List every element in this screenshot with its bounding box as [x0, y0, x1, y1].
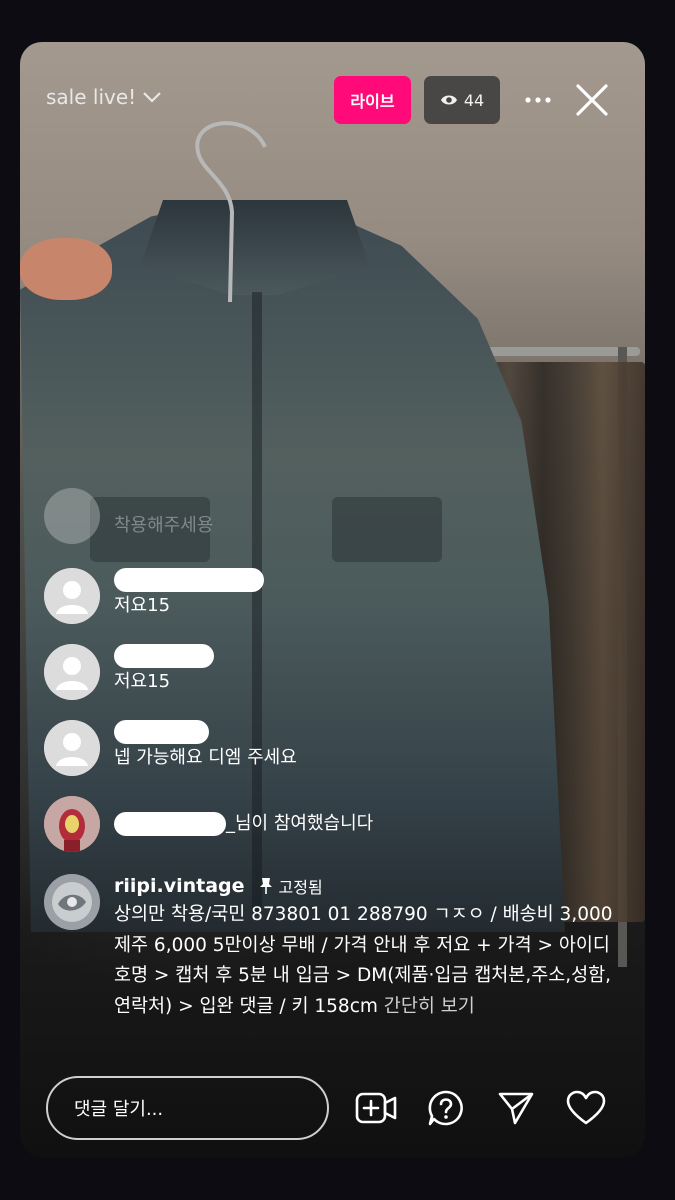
- add-video-guest-icon: [355, 1092, 397, 1124]
- hanger-icon: [195, 121, 267, 302]
- avatar[interactable]: [44, 720, 100, 776]
- pin-icon: [259, 878, 272, 894]
- eye-icon: [440, 95, 457, 105]
- comment-text: 저요15: [114, 671, 171, 692]
- collapse-link[interactable]: 간단히 보기: [384, 996, 475, 1017]
- comment-input[interactable]: 댓글 달기...: [46, 1076, 329, 1140]
- pinned-label-text: 고정됨: [278, 878, 323, 897]
- heart-icon: [566, 1090, 606, 1125]
- pinned-username[interactable]: riipi.vintage: [114, 875, 245, 897]
- live-badge: 라이브: [334, 76, 411, 124]
- join-notice-message: _님이 참여했습니다: [226, 813, 374, 834]
- redacted-username: [114, 720, 209, 744]
- comment-text: 넵 가능해요 디엠 주세요: [114, 747, 297, 768]
- avatar[interactable]: [44, 644, 100, 700]
- like-button[interactable]: [564, 1086, 608, 1130]
- hand: [20, 238, 112, 300]
- default-avatar-icon: [44, 720, 100, 776]
- pinned-text-block: 상의만 착용/국민 873801 01 288790 ㄱㅈㅇ / 배송비 3,0…: [114, 900, 620, 1022]
- comment-username[interactable]: [114, 644, 214, 668]
- redacted-username: [114, 812, 226, 836]
- comment-input-placeholder: 댓글 달기...: [74, 1099, 164, 1120]
- viewer-count: 44: [463, 90, 485, 110]
- comment-item: 저요15: [44, 568, 264, 624]
- join-notice: _님이 참여했습니다: [44, 796, 373, 852]
- avatar[interactable]: [44, 796, 100, 852]
- send-icon: [498, 1092, 534, 1125]
- viewer-count-badge[interactable]: 44: [424, 76, 500, 124]
- pinned-text: 상의만 착용/국민 873801 01 288790 ㄱㅈㅇ / 배송비 3,0…: [114, 904, 613, 1017]
- comment-username[interactable]: [114, 568, 264, 592]
- shop-logo-avatar: [44, 874, 100, 930]
- close-icon[interactable]: [572, 80, 612, 120]
- join-notice-text: _님이 참여했습니다: [114, 810, 373, 838]
- more-options-button[interactable]: [521, 87, 555, 113]
- comment-item: 저요15: [44, 644, 214, 700]
- redacted-username: [114, 568, 264, 592]
- pinned-label: 고정됨: [259, 874, 323, 898]
- comment-item: 착용해주세용: [44, 488, 213, 544]
- share-button[interactable]: [494, 1086, 538, 1130]
- comment-text: 저요15: [114, 595, 171, 616]
- user-photo-avatar: [44, 796, 100, 852]
- jacket-pocket-right: [332, 497, 442, 562]
- avatar: [44, 488, 100, 544]
- question-icon: [428, 1090, 463, 1126]
- live-title: sale live!: [46, 85, 137, 109]
- comment-username[interactable]: [114, 720, 297, 744]
- avatar[interactable]: [44, 568, 100, 624]
- live-title-dropdown[interactable]: sale live!: [46, 85, 162, 109]
- redacted-username: [114, 644, 214, 668]
- add-guest-button[interactable]: [354, 1086, 398, 1130]
- chevron-down-icon: [143, 92, 161, 103]
- comment-text: 착용해주세용: [114, 515, 214, 536]
- default-avatar-icon: [44, 568, 100, 624]
- pinned-comment: riipi.vintage 고정됨 상의만 착용/국민 873801 01 28…: [44, 874, 624, 1022]
- comment-item: 넵 가능해요 디엠 주세요: [44, 720, 297, 776]
- comment-username: [114, 488, 213, 512]
- live-stream-view: sale live! 라이브 44 착용해주세용 저요15 저요15 넵 가능해…: [20, 42, 645, 1157]
- ask-question-button[interactable]: [424, 1086, 468, 1130]
- more-dots-icon: [525, 97, 551, 103]
- default-avatar-icon: [44, 644, 100, 700]
- avatar[interactable]: [44, 874, 100, 930]
